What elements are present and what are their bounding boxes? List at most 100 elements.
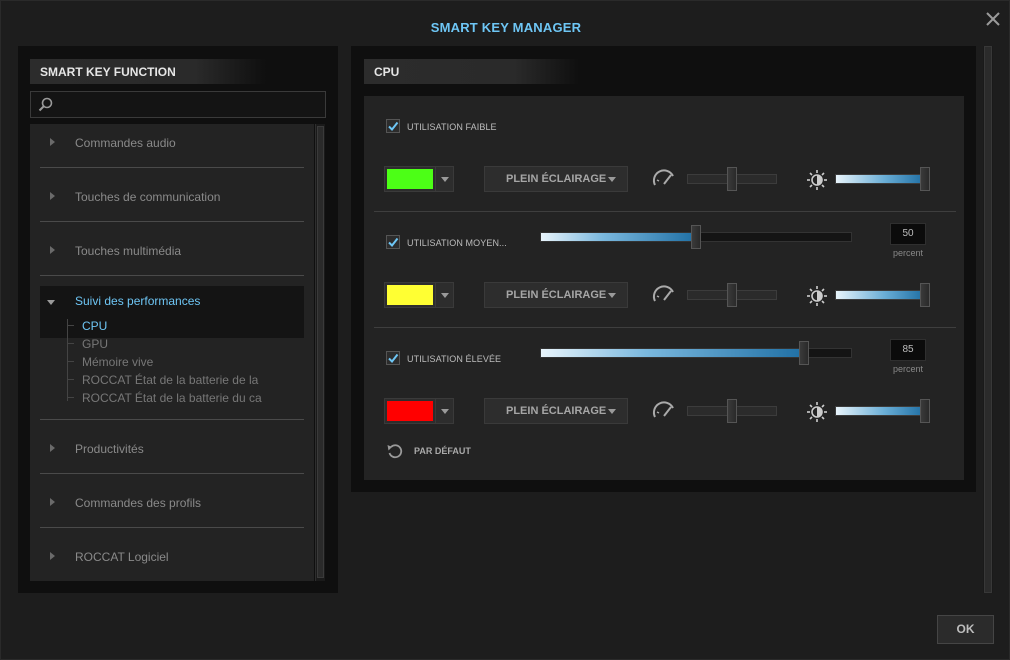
unit-label: percent (892, 248, 924, 258)
tree-item-memoire-vive[interactable]: Mémoire vive (82, 355, 153, 369)
divider (374, 211, 956, 212)
high-usage-brightness-slider[interactable] (835, 406, 925, 416)
slider-handle[interactable] (691, 225, 701, 249)
brightness-icon (807, 286, 827, 306)
search-input[interactable] (59, 95, 321, 114)
chevron-right-icon (50, 246, 55, 254)
divider (40, 221, 304, 222)
low-usage-checkbox[interactable] (386, 119, 400, 133)
medium-usage-threshold-value[interactable]: 50 (890, 223, 926, 245)
search-icon (38, 97, 53, 112)
slider-handle[interactable] (920, 167, 930, 191)
high-usage-label: UTILISATION ÉLEVÉE (407, 354, 502, 364)
close-icon (986, 12, 1000, 26)
ok-button[interactable]: OK (937, 615, 994, 644)
medium-usage-effect-dropdown[interactable]: PLEIN ÉCLAIRAGE (484, 282, 628, 308)
category-touches-multimedia[interactable]: Touches multimédia (40, 240, 304, 262)
divider (374, 327, 956, 328)
tree-scrollbar[interactable] (315, 124, 325, 581)
threshold-fill (541, 233, 696, 241)
panel-header: SMART KEY FUNCTION (30, 59, 266, 84)
chevron-right-icon (50, 444, 55, 452)
chevron-right-icon (50, 552, 55, 560)
slider-handle[interactable] (727, 399, 737, 423)
slider-handle[interactable] (727, 167, 737, 191)
color-swatch (387, 169, 433, 189)
chevron-right-icon (50, 138, 55, 146)
tree-connector (67, 379, 74, 380)
panel-header-label: CPU (374, 65, 400, 79)
scrollbar-thumb[interactable] (984, 46, 992, 593)
low-usage-effect-dropdown[interactable]: PLEIN ÉCLAIRAGE (484, 166, 628, 192)
effect-label: PLEIN ÉCLAIRAGE (506, 173, 607, 185)
slider-handle[interactable] (727, 283, 737, 307)
smart-key-function-panel: SMART KEY FUNCTION Commandes audio Touch… (18, 46, 338, 593)
chevron-down-icon (435, 283, 454, 307)
category-label: ROCCAT Logiciel (75, 550, 169, 564)
main-scrollbar[interactable] (983, 46, 993, 593)
high-usage-color-picker[interactable] (384, 398, 454, 424)
category-label: Touches de communication (75, 190, 221, 204)
low-usage-color-picker[interactable] (384, 166, 454, 192)
tree-connector (67, 325, 74, 326)
category-suivi-des-performances[interactable]: Suivi des performances (40, 286, 304, 338)
reset-default-button[interactable]: PAR DÉFAUT (384, 441, 484, 463)
tree-connector (67, 343, 74, 344)
tree-item-cpu[interactable]: CPU (82, 319, 107, 333)
medium-usage-label: UTILISATION MOYEN... (407, 238, 507, 248)
chevron-down-icon (47, 300, 55, 305)
effect-label: PLEIN ÉCLAIRAGE (506, 405, 607, 417)
slider-handle[interactable] (920, 283, 930, 307)
speed-gauge-icon (652, 401, 674, 418)
panel-header: CPU (364, 59, 579, 84)
tree-item-gpu[interactable]: GPU (82, 337, 108, 351)
chevron-down-icon (608, 293, 616, 298)
threshold-fill (541, 349, 804, 357)
slider-handle[interactable] (920, 399, 930, 423)
tree-item-battery-1[interactable]: ROCCAT État de la batterie de la (82, 373, 258, 387)
category-label: Productivités (75, 442, 144, 456)
divider (40, 473, 304, 474)
low-usage-label: UTILISATION FAIBLE (407, 122, 497, 132)
speed-gauge-icon (652, 169, 674, 186)
high-usage-effect-dropdown[interactable]: PLEIN ÉCLAIRAGE (484, 398, 628, 424)
chevron-right-icon (50, 498, 55, 506)
smart-key-manager-window: SMART KEY MANAGER SMART KEY FUNCTION Com… (0, 0, 1010, 660)
category-commandes-audio[interactable]: Commandes audio (40, 132, 304, 154)
color-swatch (387, 285, 433, 305)
brightness-icon (807, 402, 827, 422)
low-usage-brightness-slider[interactable] (835, 174, 925, 184)
tree-item-battery-2[interactable]: ROCCAT État de la batterie du ca (82, 391, 262, 405)
high-usage-threshold-value[interactable]: 85 (890, 339, 926, 361)
cpu-levels-content: UTILISATION FAIBLE PLEIN ÉCLAIRAGE UTILI… (364, 96, 964, 480)
reset-default-label: PAR DÉFAUT (414, 446, 471, 456)
effect-label: PLEIN ÉCLAIRAGE (506, 289, 607, 301)
tree-connector (67, 397, 74, 398)
category-touches-de-communication[interactable]: Touches de communication (40, 186, 304, 208)
color-swatch (387, 401, 433, 421)
scrollbar-thumb[interactable] (317, 126, 324, 578)
chevron-down-icon (435, 399, 454, 423)
slider-handle[interactable] (799, 341, 809, 365)
panel-header-label: SMART KEY FUNCTION (40, 65, 176, 79)
close-button[interactable] (984, 10, 1002, 28)
chevron-right-icon (50, 192, 55, 200)
checkmark-icon (388, 121, 399, 132)
high-usage-checkbox[interactable] (386, 351, 400, 365)
chevron-down-icon (435, 167, 454, 191)
medium-usage-brightness-slider[interactable] (835, 290, 925, 300)
category-label: Commandes audio (75, 136, 176, 150)
divider (40, 275, 304, 276)
category-productivites[interactable]: Productivités (40, 438, 304, 460)
window-title: SMART KEY MANAGER (430, 20, 582, 35)
search-box[interactable] (30, 91, 326, 118)
medium-usage-checkbox[interactable] (386, 235, 400, 249)
category-roccat-logiciel[interactable]: ROCCAT Logiciel (40, 546, 304, 568)
medium-usage-color-picker[interactable] (384, 282, 454, 308)
unit-label: percent (892, 364, 924, 374)
category-commandes-des-profils[interactable]: Commandes des profils (40, 492, 304, 514)
chevron-down-icon (608, 177, 616, 182)
reset-icon (387, 444, 403, 459)
category-label: Touches multimédia (75, 244, 182, 258)
divider (40, 419, 304, 420)
